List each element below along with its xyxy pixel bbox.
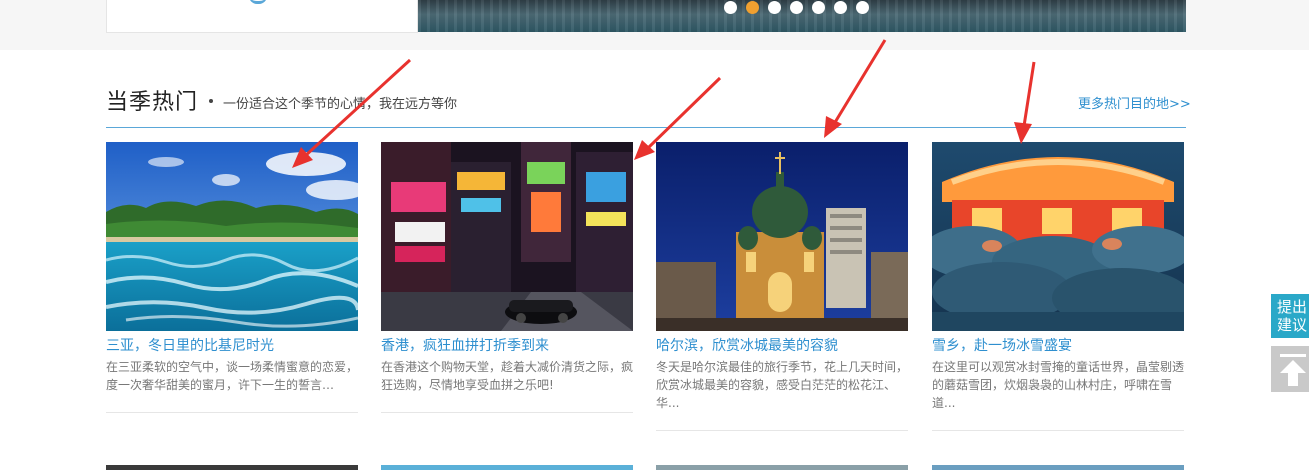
- banner-dot-3[interactable]: [768, 1, 781, 14]
- back-to-top-button[interactable]: [1271, 346, 1309, 392]
- destination-card-snow-town[interactable]: 雪乡，赴一场冰雪盛宴 在这里可以观赏冰封雪掩的童话世界，晶莹剔透的蘑菇雪团，炊烟…: [932, 142, 1184, 431]
- annotation-arrow-head-4: [1014, 122, 1032, 144]
- hongkong-street-photo[interactable]: [381, 142, 633, 331]
- feedback-button[interactable]: 提出建议: [1271, 294, 1309, 338]
- card-separator: [106, 412, 358, 413]
- next-row-thumbnail[interactable]: [932, 465, 1184, 470]
- card-separator: [932, 430, 1184, 431]
- next-row-thumbnail[interactable]: [381, 465, 633, 470]
- sanya-sea-photo[interactable]: [106, 142, 358, 331]
- section-bullet: [209, 99, 213, 103]
- snow-town-photo[interactable]: [932, 142, 1184, 331]
- banner-dot-7[interactable]: [856, 1, 869, 14]
- banner-pagination: [724, 1, 869, 14]
- banner-dot-5[interactable]: [812, 1, 825, 14]
- card-title[interactable]: 香港，疯狂血拼打折季到来: [381, 337, 633, 355]
- top-left-logo-fragment: [249, 0, 267, 4]
- next-row-thumbnail[interactable]: [106, 465, 358, 470]
- card-description: 在三亚柔软的空气中，谈一场柔情蜜意的恋爱，度一次奢华甜美的蜜月，许下一生的誓言…: [106, 360, 359, 392]
- feedback-label: 提出建议: [1277, 298, 1308, 334]
- annotation-arrow-head-2: [634, 140, 655, 160]
- arrow-up-icon: [1280, 354, 1306, 386]
- banner-dot-4[interactable]: [790, 1, 803, 14]
- section-title: 当季热门: [106, 90, 199, 115]
- next-row-thumbnail[interactable]: [656, 465, 908, 470]
- harbin-cathedral-photo[interactable]: [656, 142, 908, 331]
- section-divider: [106, 127, 1186, 128]
- section-subtitle: 一份适合这个季节的心情，我在远方等你: [223, 97, 458, 112]
- banner-dot-1[interactable]: [724, 1, 737, 14]
- annotation-arrow-4: [1022, 61, 1036, 127]
- banner-dot-2[interactable]: [746, 1, 759, 14]
- destination-card-sanya[interactable]: 三亚，冬日里的比基尼时光 在三亚柔软的空气中，谈一场柔情蜜意的恋爱，度一次奢华甜…: [106, 142, 358, 413]
- card-separator: [381, 412, 633, 413]
- destination-card-hongkong[interactable]: 香港，疯狂血拼打折季到来 在香港这个购物天堂，趁着大减价清货之际，疯狂选购，尽情…: [381, 142, 633, 413]
- destination-card-harbin[interactable]: 哈尔滨，欣赏冰城最美的容貌 冬天是哈尔滨最佳的旅行季节，花上几天时间，欣赏冰城最…: [656, 142, 908, 431]
- card-title[interactable]: 雪乡，赴一场冰雪盛宴: [932, 337, 1184, 355]
- hero-banner-image[interactable]: [418, 0, 1186, 32]
- card-separator: [656, 430, 908, 431]
- card-description: 冬天是哈尔滨最佳的旅行季节，花上几天时间，欣赏冰城最美的容貌，感受白茫茫的松花江…: [656, 360, 909, 410]
- card-description: 在这里可以观赏冰封雪掩的童话世界，晶莹剔透的蘑菇雪团，炊烟袅袅的山林村庄，呼啸在…: [932, 360, 1185, 410]
- top-left-panel: [106, 0, 418, 33]
- more-destinations-link[interactable]: 更多热门目的地>>: [1078, 93, 1191, 112]
- card-description: 在香港这个购物天堂，趁着大减价清货之际，疯狂选购，尽情地享受血拼之乐吧!: [381, 360, 634, 392]
- annotation-arrow-3: [832, 39, 887, 125]
- annotation-arrow-2: [646, 76, 722, 150]
- banner-dot-6[interactable]: [834, 1, 847, 14]
- card-title[interactable]: 哈尔滨，欣赏冰城最美的容貌: [656, 337, 908, 355]
- card-title[interactable]: 三亚，冬日里的比基尼时光: [106, 337, 358, 355]
